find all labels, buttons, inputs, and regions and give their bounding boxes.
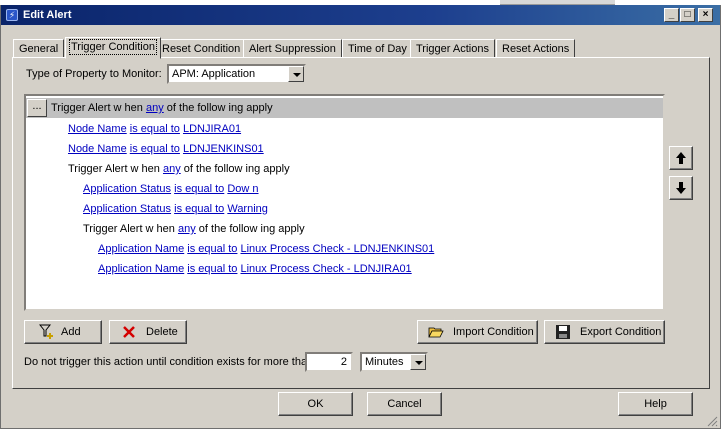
field-link[interactable]: Application Status [83, 183, 171, 195]
move-down-button[interactable] [669, 176, 693, 200]
trigger-condition-panel: Type of Property to Monitor: APM: Applic… [12, 57, 710, 389]
add-label: Add [61, 326, 81, 338]
maximize-button[interactable]: □ [680, 8, 695, 22]
tree-row-group: Trigger Alert w hen any of the follow in… [83, 223, 305, 239]
tree-row-condition: Application Status is equal to Dow n [83, 183, 259, 199]
operator-link[interactable]: is equal to [130, 123, 180, 135]
value-link[interactable]: LDNJIRA01 [183, 123, 241, 135]
value-link[interactable]: Linux Process Check - LDNJENKINS01 [241, 243, 435, 255]
value-link[interactable]: Warning [227, 203, 268, 215]
chevron-down-icon[interactable] [288, 66, 304, 82]
field-link[interactable]: Application Name [98, 243, 184, 255]
trigger-text: Trigger Alert w hen [51, 102, 143, 114]
trigger-text: Trigger Alert w hen [68, 163, 160, 175]
operator-link[interactable]: is equal to [174, 203, 224, 215]
window-title: Edit Alert [23, 9, 72, 21]
tab-trigger-actions[interactable]: Trigger Actions [410, 39, 495, 58]
import-label: Import Condition [453, 326, 534, 338]
operator-link[interactable]: is equal to [174, 183, 224, 195]
value-link[interactable]: Dow n [227, 183, 258, 195]
field-link[interactable]: Application Name [98, 263, 184, 275]
arrow-up-icon [676, 152, 686, 164]
tree-row-condition: Node Name is equal to LDNJENKINS01 [68, 143, 264, 159]
ok-button[interactable]: OK [278, 392, 353, 416]
close-button[interactable]: × [698, 8, 713, 22]
move-up-button[interactable] [669, 146, 693, 170]
tree-row-condition: Node Name is equal to LDNJIRA01 [68, 123, 241, 139]
operator-link[interactable]: is equal to [187, 243, 237, 255]
trigger-text: Trigger Alert w hen [83, 223, 175, 235]
trigger-text: of the follow ing apply [166, 102, 273, 114]
field-link[interactable]: Application Status [83, 203, 171, 215]
value-link[interactable]: LDNJENKINS01 [183, 143, 264, 155]
field-link[interactable]: Node Name [68, 143, 127, 155]
operator-link[interactable]: is equal to [130, 143, 180, 155]
cancel-button[interactable]: Cancel [367, 392, 442, 416]
duration-value-input[interactable]: 2 [305, 352, 353, 372]
tree-row-root[interactable]: ... Trigger Alert w hen any of the follo… [26, 98, 663, 118]
open-folder-icon [428, 327, 444, 338]
edit-alert-dialog: ⚡ Edit Alert _ □ × General Trigger Condi… [0, 5, 721, 429]
export-condition-button[interactable]: Export Condition [544, 320, 665, 344]
condition-tree[interactable]: ... Trigger Alert w hen any of the follo… [24, 94, 665, 311]
tab-reset-condition[interactable]: Reset Condition [156, 39, 247, 58]
property-type-select[interactable]: APM: Application [167, 64, 306, 84]
operator-link[interactable]: is equal to [187, 263, 237, 275]
tree-row-condition: Application Status is equal to Warning [83, 203, 268, 219]
app-icon: ⚡ [6, 9, 18, 21]
any-operator-link[interactable]: any [178, 223, 196, 235]
tab-trigger-condition[interactable]: Trigger Condition [65, 37, 161, 59]
property-type-value: APM: Application [172, 68, 256, 80]
import-condition-button[interactable]: Import Condition [417, 320, 538, 344]
save-disk-icon [556, 325, 570, 339]
trigger-text: of the follow ing apply [183, 163, 290, 175]
title-bar: ⚡ Edit Alert _ □ × [1, 5, 720, 25]
delete-x-icon [123, 326, 135, 338]
arrow-down-icon [676, 182, 686, 194]
add-filter-icon [39, 324, 53, 339]
ok-label: OK [307, 398, 324, 410]
value-link[interactable]: Linux Process Check - LDNJIRA01 [241, 263, 412, 275]
duration-unit-value: Minutes [365, 356, 404, 368]
delete-button[interactable]: Delete [109, 320, 187, 344]
duration-label: Do not trigger this action until conditi… [24, 356, 314, 368]
tree-row-group: Trigger Alert w hen any of the follow in… [68, 163, 290, 179]
tab-reset-actions[interactable]: Reset Actions [496, 39, 576, 58]
tree-row-condition: Application Name is equal to Linux Proce… [98, 243, 434, 259]
tab-time-of-day[interactable]: Time of Day [342, 39, 413, 58]
any-operator-link[interactable]: any [146, 102, 164, 114]
property-type-label: Type of Property to Monitor: [26, 68, 162, 80]
export-label: Export Condition [580, 326, 662, 338]
delete-label: Delete [146, 326, 178, 338]
cancel-label: Cancel [387, 398, 422, 410]
tab-alert-suppression[interactable]: Alert Suppression [243, 39, 342, 58]
duration-unit-select[interactable]: Minutes [360, 352, 428, 372]
condition-menu-button[interactable]: ... [27, 99, 47, 117]
add-button[interactable]: Add [24, 320, 102, 344]
tree-row-condition: Application Name is equal to Linux Proce… [98, 263, 412, 279]
any-operator-link[interactable]: any [163, 163, 181, 175]
help-button[interactable]: Help [618, 392, 693, 416]
resize-grip-icon[interactable] [706, 415, 718, 427]
trigger-text: of the follow ing apply [198, 223, 305, 235]
minimize-button[interactable]: _ [664, 8, 679, 22]
tab-general[interactable]: General [13, 39, 65, 58]
chevron-down-icon[interactable] [410, 354, 426, 370]
help-label: Help [644, 398, 667, 410]
field-link[interactable]: Node Name [68, 123, 127, 135]
